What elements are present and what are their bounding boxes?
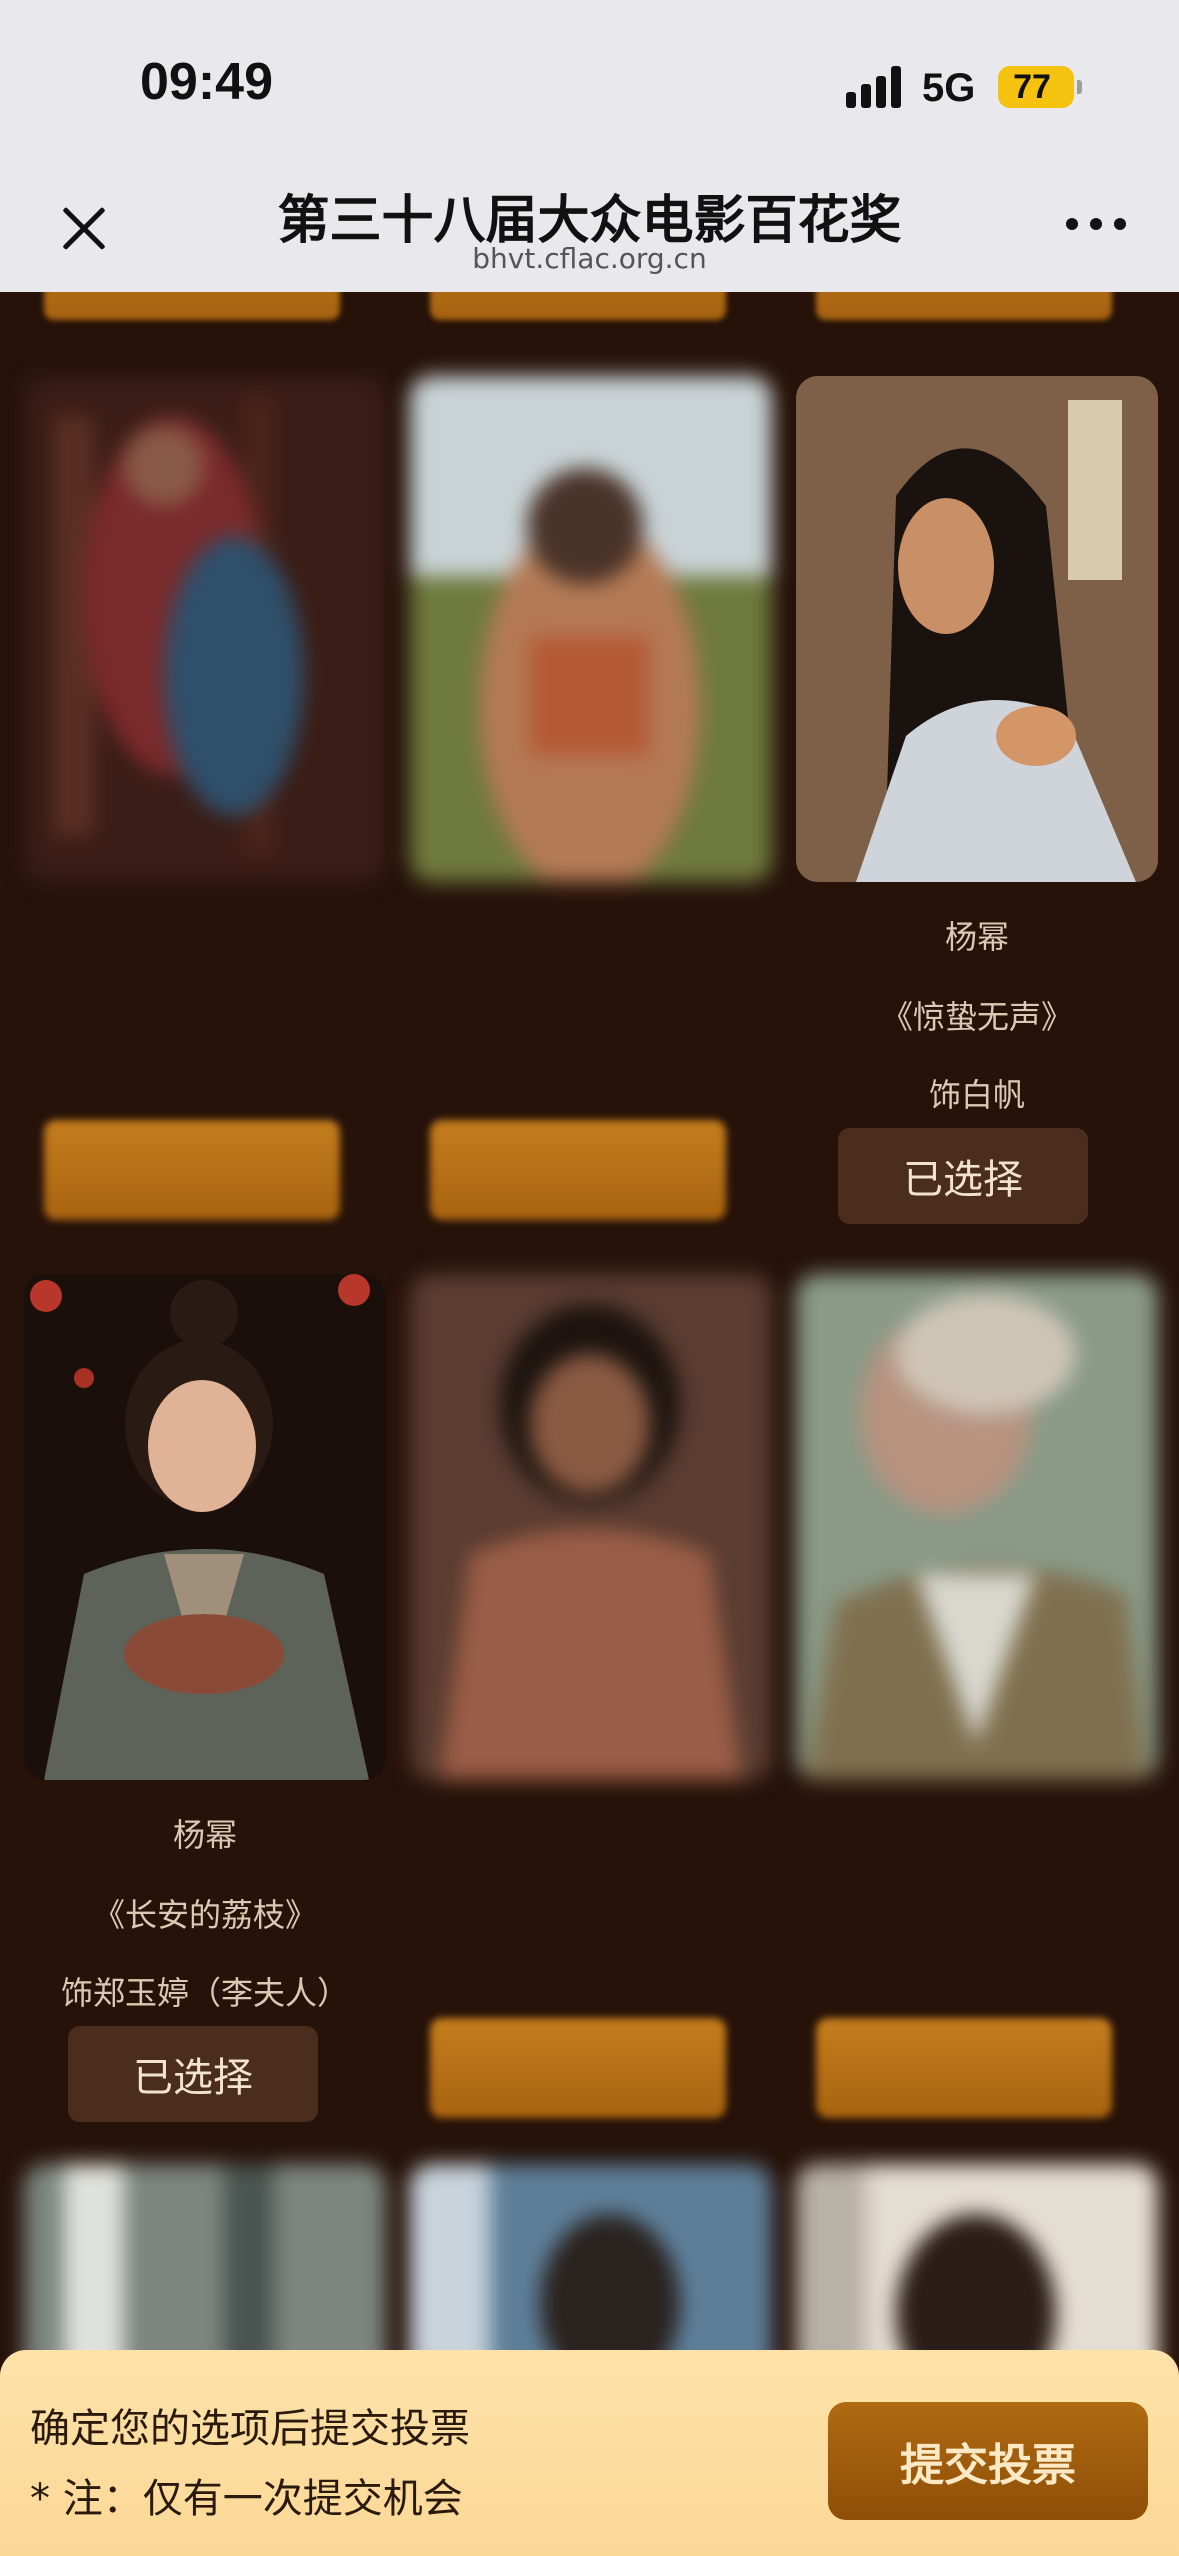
battery-icon: 77 bbox=[998, 66, 1082, 108]
vote-button[interactable] bbox=[430, 1120, 726, 1220]
nominee-film: 《长安的荔枝》 bbox=[92, 1896, 317, 1934]
nominee-role: 饰白帆 bbox=[928, 1076, 1025, 1114]
footer-note: * 注：仅有一次提交机会 bbox=[30, 2476, 463, 2522]
vote-button[interactable] bbox=[44, 1120, 340, 1220]
nominee-name: 杨幂 bbox=[944, 918, 1009, 956]
nominee-role: 饰郑玉婷（李夫人） bbox=[60, 1974, 349, 2012]
nominee-photo bbox=[796, 1274, 1158, 1780]
nominee-card bbox=[24, 376, 386, 1026]
vote-button[interactable] bbox=[430, 292, 726, 320]
nominee-card bbox=[410, 376, 772, 1026]
nominee-photo bbox=[24, 376, 386, 882]
selected-button[interactable]: 已选择 bbox=[838, 1128, 1088, 1224]
nominee-photo bbox=[24, 1274, 386, 1780]
status-time: 09:49 bbox=[140, 53, 273, 111]
nominee-card bbox=[410, 1274, 772, 1924]
nominee-grid: 杨幂 《惊蛰无声》 饰白帆 已选择 杨幂 《长安的荔枝》 饰郑玉婷（李夫人） 已… bbox=[0, 292, 1179, 2556]
nominee-film: 《惊蛰无声》 bbox=[880, 998, 1073, 1036]
vote-button[interactable] bbox=[430, 2018, 726, 2118]
nominee-photo bbox=[796, 376, 1158, 882]
page-url: bhvt.cflac.org.cn bbox=[472, 242, 707, 275]
signal-icon bbox=[846, 66, 904, 108]
nominee-photo bbox=[410, 376, 772, 882]
nominee-photo bbox=[410, 1274, 772, 1780]
footer-instruction: 确定您的选项后提交投票 bbox=[30, 2406, 470, 2452]
submit-footer: 确定您的选项后提交投票 * 注：仅有一次提交机会 提交投票 bbox=[0, 2350, 1179, 2556]
more-icon[interactable] bbox=[1066, 218, 1126, 234]
nominee-card: 杨幂 《惊蛰无声》 饰白帆 bbox=[796, 376, 1158, 1114]
vote-button[interactable] bbox=[44, 292, 340, 320]
nominee-card bbox=[796, 1274, 1158, 1924]
submit-vote-button[interactable]: 提交投票 bbox=[828, 2402, 1148, 2520]
vote-button[interactable] bbox=[816, 2018, 1112, 2118]
selected-button[interactable]: 已选择 bbox=[68, 2026, 318, 2122]
network-label: 5G bbox=[922, 66, 976, 110]
nominee-card: 杨幂 《长安的荔枝》 饰郑玉婷（李夫人） bbox=[24, 1274, 386, 2034]
nominee-name: 杨幂 bbox=[172, 1816, 237, 1854]
vote-button[interactable] bbox=[816, 292, 1112, 320]
top-bar: 09:49 5G 77 第三十八届大众电影百花奖 bhvt.cflac.org.… bbox=[0, 0, 1179, 292]
